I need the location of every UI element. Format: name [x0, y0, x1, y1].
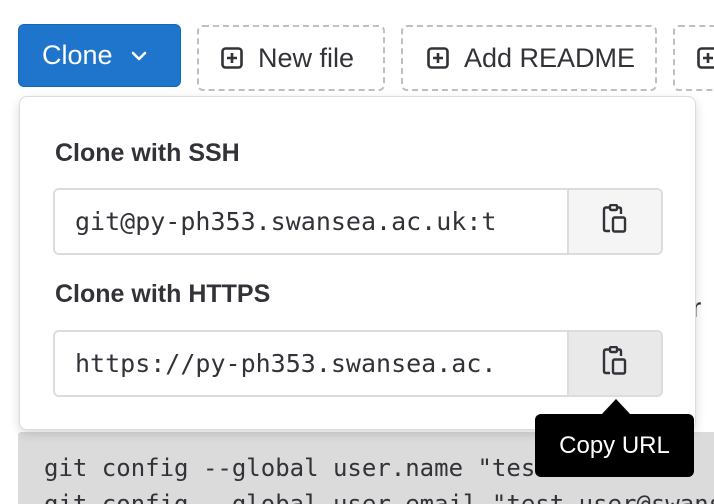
clipboard-icon — [602, 203, 628, 239]
clone-https-label: Clone with HTTPS — [55, 280, 271, 308]
clone-ssh-label: Clone with SSH — [55, 139, 240, 167]
clone-button-label: Clone — [42, 40, 113, 70]
clone-https-group — [53, 330, 663, 397]
tooltip-arrow — [601, 399, 631, 415]
plus-square-icon — [427, 47, 449, 69]
tooltip-text: Copy URL — [559, 431, 670, 459]
clone-dropdown: Clone with SSH Clone with HTTPS — [19, 96, 696, 430]
new-file-button[interactable]: New file — [197, 25, 385, 91]
code-line: git config --global user.email "test.use… — [44, 490, 714, 504]
clipboard-icon — [602, 345, 628, 381]
add-readme-label: Add README — [464, 42, 636, 73]
plus-square-icon — [697, 47, 714, 69]
clone-ssh-input[interactable] — [55, 190, 567, 253]
add-readme-button[interactable]: Add README — [401, 25, 657, 91]
clone-button[interactable]: Clone — [18, 24, 181, 87]
clone-ssh-group — [53, 188, 663, 255]
chevron-down-icon — [131, 51, 147, 61]
clone-https-input[interactable] — [55, 332, 567, 395]
page: r git config --global user.name "test us… — [0, 0, 714, 504]
plus-square-icon — [221, 47, 243, 69]
more-button[interactable] — [673, 25, 714, 91]
new-file-label: New file — [258, 42, 355, 73]
copy-https-url-button[interactable] — [567, 332, 661, 395]
copy-url-tooltip: Copy URL — [535, 414, 694, 477]
copy-ssh-url-button[interactable] — [567, 190, 661, 253]
